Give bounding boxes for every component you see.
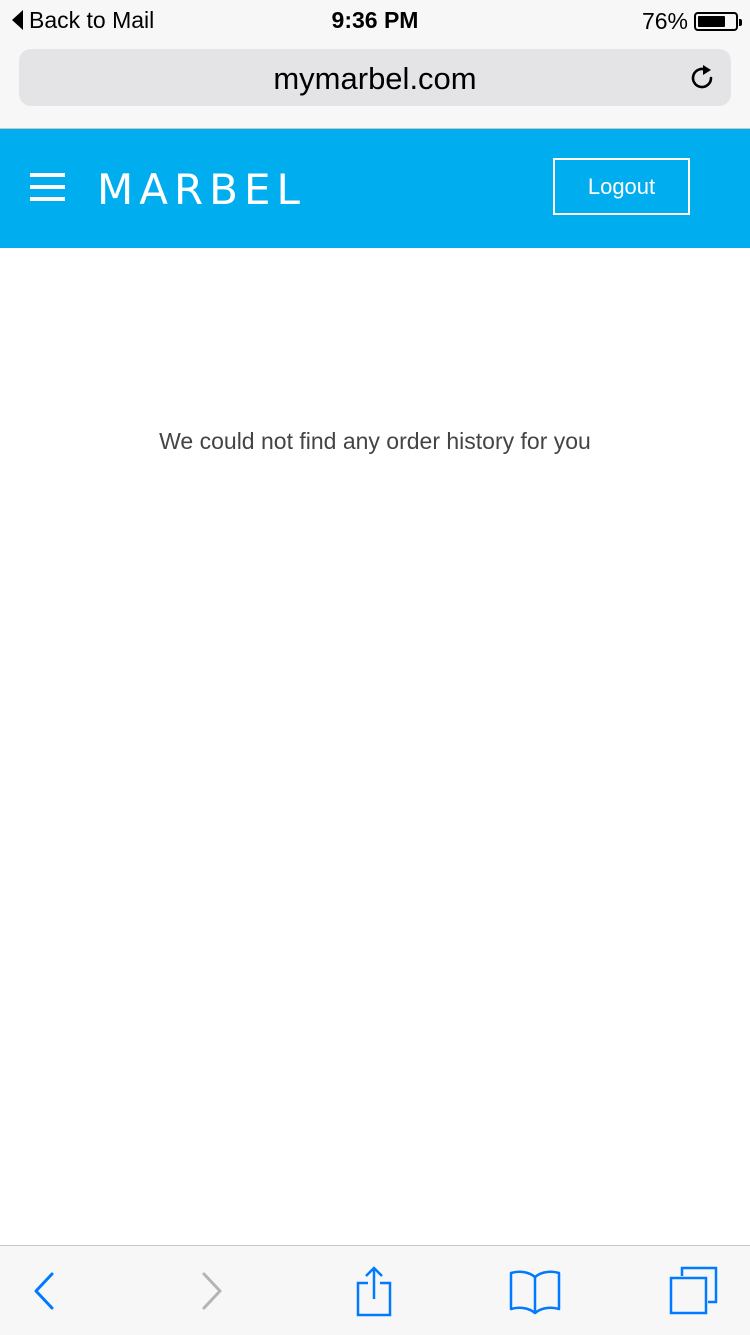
marbel-logo[interactable]: MARBEL xyxy=(97,165,306,214)
tabs-icon[interactable] xyxy=(664,1246,722,1335)
status-time: 9:36 PM xyxy=(331,7,419,33)
battery-fill xyxy=(698,16,726,27)
logout-button[interactable]: Logout xyxy=(553,158,690,215)
share-icon[interactable] xyxy=(350,1246,398,1335)
empty-order-history-message: We could not find any order history for … xyxy=(159,428,591,454)
back-arrow-icon[interactable] xyxy=(22,1246,66,1335)
hamburger-menu-icon[interactable] xyxy=(30,173,65,203)
browser-toolbar xyxy=(0,1245,750,1335)
bookmarks-icon[interactable] xyxy=(505,1246,565,1335)
battery-icon xyxy=(694,12,742,31)
forward-arrow-icon[interactable] xyxy=(190,1246,234,1335)
status-bar: Back to Mail 9:36 PM 76% xyxy=(0,0,750,40)
address-bar[interactable]: mymarbel.com xyxy=(19,49,731,106)
browser-address-area: mymarbel.com xyxy=(0,40,750,129)
battery-percent: 76% xyxy=(641,8,688,34)
reload-icon[interactable] xyxy=(687,63,717,93)
battery-indicator: 76% xyxy=(641,8,742,35)
site-header: MARBEL Logout xyxy=(0,129,750,248)
url-text: mymarbel.com xyxy=(273,61,477,96)
